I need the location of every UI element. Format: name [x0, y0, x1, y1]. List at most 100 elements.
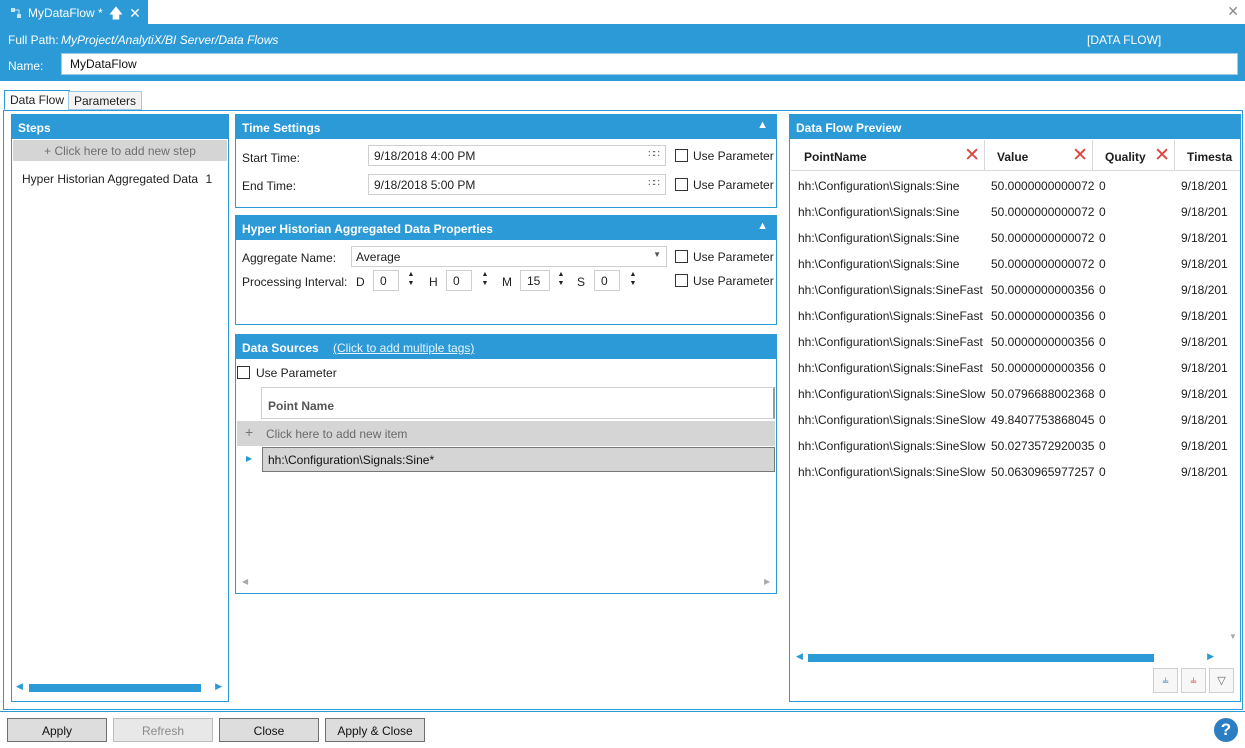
table-cell: hh:\Configuration\Signals:SineSlow: [798, 439, 986, 453]
table-row[interactable]: hh:\Configuration\Signals:Sine 50.0000000…: [791, 250, 1240, 276]
add-column-icon[interactable]: ⫨: [1153, 668, 1178, 693]
refresh-button[interactable]: Refresh: [113, 718, 213, 742]
seconds-spinner[interactable]: ▲ ▼: [629, 270, 637, 288]
scroll-down-icon[interactable]: ▼: [1229, 632, 1237, 641]
minutes-spinner[interactable]: ▲ ▼: [557, 270, 565, 288]
tab-parameters[interactable]: Parameters: [68, 91, 143, 110]
point-name-column-header[interactable]: Point Name: [261, 387, 775, 419]
start-time-label: Start Time:: [242, 151, 301, 165]
aggregate-name-value: Average: [356, 250, 401, 264]
table-row[interactable]: hh:\Configuration\Signals:SineSlow 50.079…: [791, 380, 1240, 406]
interval-use-parameter-checkbox[interactable]: [675, 274, 688, 287]
aggregate-use-parameter-checkbox[interactable]: [675, 250, 688, 263]
processing-interval-label: Processing Interval:: [242, 275, 348, 289]
scroll-left-icon[interactable]: ◀: [242, 577, 248, 586]
remove-column-icon[interactable]: ✕: [964, 146, 980, 165]
filter-icon[interactable]: ▽: [1209, 668, 1234, 693]
table-row[interactable]: hh:\Configuration\Signals:Sine*: [262, 447, 775, 472]
close-window-icon[interactable]: ✕: [1227, 3, 1239, 20]
aggregate-name-select[interactable]: Average ▼: [351, 246, 667, 267]
table-row[interactable]: hh:\Configuration\Signals:Sine 50.0000000…: [791, 224, 1240, 250]
end-use-parameter-checkbox[interactable]: [675, 178, 688, 191]
data-sources-use-parameter-label: Use Parameter: [256, 366, 337, 380]
collapse-icon[interactable]: ▲: [757, 119, 768, 131]
remove-column-icon[interactable]: ✕: [1072, 146, 1088, 165]
table-cell: 50.0000000000072: [991, 257, 1095, 271]
collapse-icon[interactable]: ▲: [757, 220, 768, 232]
table-cell: 9/18/201: [1181, 413, 1228, 427]
table-row[interactable]: hh:\Configuration\Signals:SineFast 50.000…: [791, 276, 1240, 302]
column-header-pointname[interactable]: PointName ✕: [791, 140, 985, 171]
data-sources-header: Data Sources (Click to add multiple tags…: [236, 335, 776, 359]
data-sources-use-parameter-checkbox[interactable]: [237, 366, 250, 379]
help-icon[interactable]: ?: [1214, 718, 1238, 742]
footer-bar: Apply Refresh Close Apply & Close ?: [0, 711, 1245, 748]
days-spinner[interactable]: ▲ ▼: [407, 270, 415, 288]
column-header-timestamp[interactable]: Timesta: [1175, 140, 1240, 171]
interval-use-parameter-label: Use Parameter: [693, 274, 774, 288]
remove-columns-icon[interactable]: ⫨: [1181, 668, 1206, 693]
table-cell: hh:\Configuration\Signals:Sine: [798, 257, 960, 271]
apply-close-button[interactable]: Apply & Close: [325, 718, 425, 742]
scroll-right-icon[interactable]: ▶: [215, 681, 222, 692]
column-header-label: PointName: [804, 150, 867, 164]
scroll-right-icon[interactable]: ▶: [1207, 651, 1214, 662]
scroll-thumb[interactable]: [808, 654, 1154, 662]
chevron-down-icon: ▼: [653, 250, 661, 259]
pin-icon[interactable]: 🡅: [109, 6, 123, 20]
minutes-input[interactable]: 15: [520, 270, 550, 291]
aggregated-data-properties-panel: Hyper Historian Aggregated Data Properti…: [235, 215, 777, 325]
calendar-icon[interactable]: ∷∷: [648, 178, 660, 189]
add-step-button[interactable]: + Click here to add new step: [13, 140, 227, 161]
scroll-left-icon[interactable]: ◀: [16, 681, 23, 692]
apply-button[interactable]: Apply: [7, 718, 107, 742]
close-tab-icon[interactable]: ✕: [129, 6, 141, 20]
name-input[interactable]: [61, 53, 1238, 75]
data-sources-panel: Data Sources (Click to add multiple tags…: [235, 334, 777, 594]
table-cell: hh:\Configuration\Signals:Sine: [798, 231, 960, 245]
table-row[interactable]: hh:\Configuration\Signals:Sine 50.0000000…: [791, 172, 1240, 198]
table-cell: hh:\Configuration\Signals:SineFast: [798, 335, 983, 349]
preview-horizontal-scrollbar[interactable]: ◀ ▶: [791, 651, 1240, 664]
time-settings-title: Time Settings: [242, 121, 321, 135]
steps-horizontal-scrollbar[interactable]: ◀ ▶: [13, 681, 227, 694]
table-row[interactable]: hh:\Configuration\Signals:SineSlow 49.840…: [791, 406, 1240, 432]
scroll-right-icon[interactable]: ▶: [764, 577, 770, 586]
time-settings-header[interactable]: Time Settings ▲: [236, 115, 776, 139]
aggregated-props-header[interactable]: Hyper Historian Aggregated Data Properti…: [236, 216, 776, 240]
table-cell: 0: [1099, 387, 1106, 401]
table-row[interactable]: hh:\Configuration\Signals:SineFast 50.000…: [791, 354, 1240, 380]
table-row[interactable]: hh:\Configuration\Signals:SineSlow 50.027…: [791, 432, 1240, 458]
hours-input[interactable]: 0: [446, 270, 472, 291]
column-header-value[interactable]: Value ✕: [985, 140, 1093, 171]
table-cell: 0: [1099, 283, 1106, 297]
full-path-label: Full Path:: [8, 33, 59, 47]
table-cell: 9/18/201: [1181, 439, 1228, 453]
tab-data-flow[interactable]: Data Flow: [4, 90, 71, 110]
end-time-input[interactable]: 9/18/2018 5:00 PM ∷∷: [368, 174, 666, 195]
table-row[interactable]: hh:\Configuration\Signals:SineFast 50.000…: [791, 328, 1240, 354]
hours-spinner[interactable]: ▲ ▼: [481, 270, 489, 288]
step-item[interactable]: Hyper Historian Aggregated Data 1: [22, 172, 212, 186]
table-row[interactable]: hh:\Configuration\Signals:SineSlow 50.063…: [791, 458, 1240, 484]
table-cell: 0: [1099, 231, 1106, 245]
calendar-icon[interactable]: ∷∷: [648, 149, 660, 160]
add-multiple-tags-link[interactable]: (Click to add multiple tags): [333, 341, 474, 355]
table-cell: 9/18/201: [1181, 387, 1228, 401]
seconds-input[interactable]: 0: [594, 270, 620, 291]
table-row[interactable]: hh:\Configuration\Signals:Sine 50.0000000…: [791, 198, 1240, 224]
document-tab[interactable]: MyDataFlow * 🡅 ✕: [0, 0, 148, 25]
remove-column-icon[interactable]: ✕: [1154, 146, 1170, 165]
table-row[interactable]: hh:\Configuration\Signals:SineFast 50.000…: [791, 302, 1240, 328]
close-button[interactable]: Close: [219, 718, 319, 742]
days-label: D: [356, 275, 365, 289]
scroll-thumb[interactable]: [29, 684, 201, 692]
days-input[interactable]: 0: [373, 270, 399, 291]
add-item-row[interactable]: + Click here to add new item: [237, 421, 775, 446]
step-item-count: 1: [205, 172, 213, 186]
start-time-input[interactable]: 9/18/2018 4:00 PM ∷∷: [368, 145, 666, 166]
start-use-parameter-checkbox[interactable]: [675, 149, 688, 162]
data-flow-preview-panel: Data Flow Preview PointName ✕ Value ✕ Qu…: [789, 114, 1241, 702]
column-header-quality[interactable]: Quality ✕: [1093, 140, 1175, 171]
scroll-left-icon[interactable]: ◀: [796, 651, 803, 662]
